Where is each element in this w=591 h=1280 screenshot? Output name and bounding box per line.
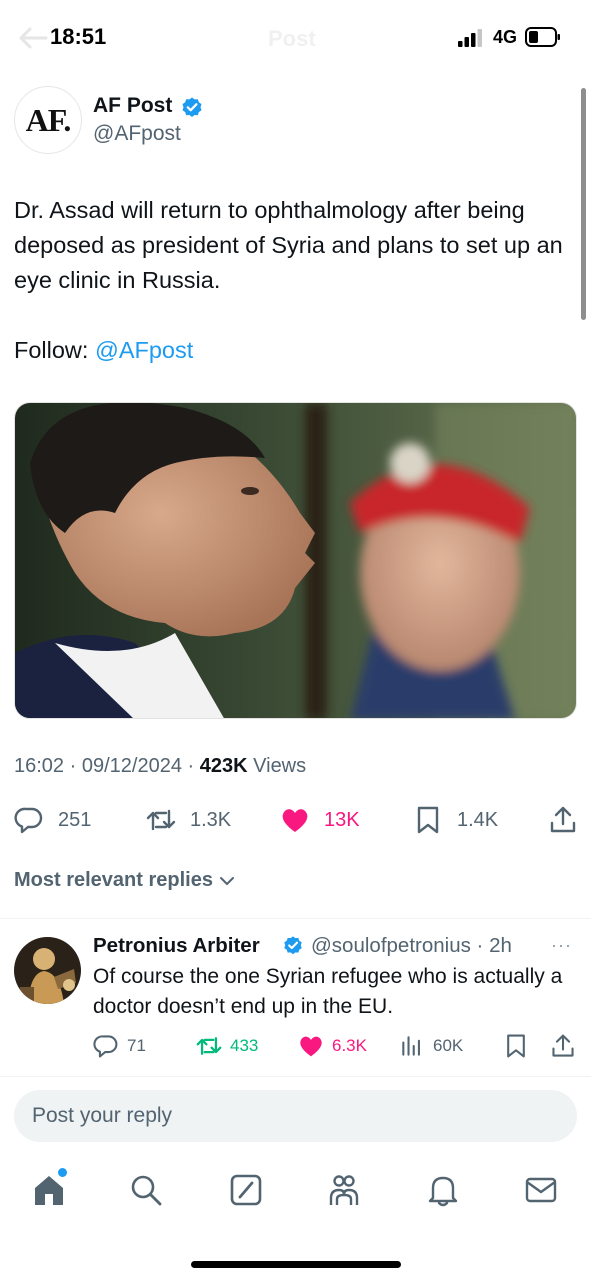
reply-repost-button[interactable]: 433 [196, 1030, 258, 1062]
search-icon [131, 1175, 162, 1206]
bookmark-count: 1.4K [457, 808, 499, 831]
replies-sort-label: Most relevant replies [14, 869, 213, 891]
verified-icon [284, 936, 302, 955]
reply-avatar-illustration [14, 937, 81, 1004]
home-indicator-bar[interactable] [191, 1261, 401, 1268]
home-icon [35, 1176, 63, 1205]
author-handle[interactable]: @AFpost [93, 122, 181, 146]
battery-icon [525, 27, 560, 47]
reply-like-count: 6.3K [332, 1036, 367, 1055]
status-bar: 18:51 Post 4G [0, 0, 591, 70]
reply-views-button[interactable]: 60K [399, 1030, 463, 1062]
post-text: Dr. Assad will return to ophthalmology a… [14, 197, 563, 293]
heart-icon [282, 809, 308, 832]
reply-actions: 71 433 6.3K 60K [0, 1030, 591, 1062]
reply-more-button[interactable]: ··· [551, 935, 572, 956]
reply-count: 251 [58, 808, 92, 831]
reply-like-button[interactable]: 6.3K [298, 1030, 367, 1062]
reply-bookmark-button[interactable] [503, 1030, 529, 1062]
meta-separator: · [69, 755, 77, 777]
share-button[interactable] [548, 800, 578, 840]
reply-repost-count: 433 [230, 1036, 259, 1055]
reply-author-name[interactable]: Petronius Arbiter [93, 934, 260, 958]
author-name[interactable]: AF Post [93, 94, 172, 118]
reply-reply-button[interactable]: 71 [93, 1030, 146, 1062]
heart-icon [300, 1036, 322, 1057]
communities-icon [329, 1175, 359, 1205]
compose-icon [230, 1174, 262, 1206]
author-avatar[interactable]: AF. [14, 86, 82, 154]
nav-search[interactable] [124, 1168, 168, 1212]
bookmark-icon [507, 1034, 525, 1058]
like-button[interactable]: 13K [280, 800, 360, 840]
network-type: 4G [493, 27, 518, 47]
views-icon [402, 1036, 420, 1056]
share-icon [550, 806, 576, 833]
reply-icon [93, 1035, 118, 1058]
reply-handle-time[interactable]: @soulofpetronius · 2h [311, 934, 512, 958]
repost-icon [146, 809, 176, 831]
nav-notifications[interactable] [421, 1168, 465, 1212]
reply-share-button[interactable] [550, 1030, 576, 1062]
nav-communities[interactable] [322, 1168, 366, 1212]
share-icon [552, 1034, 574, 1057]
verified-icon [182, 97, 202, 117]
reply-views-count: 60K [433, 1036, 464, 1055]
repost-count: 1.3K [190, 808, 232, 831]
bell-icon [428, 1176, 458, 1207]
views-label: Views [253, 755, 307, 777]
chevron-down-icon [219, 876, 234, 885]
like-count: 13K [324, 808, 360, 831]
reply-icon [14, 807, 43, 834]
follow-mention-link[interactable]: @AFpost [95, 337, 193, 363]
views-count: 423K [199, 755, 248, 777]
repost-icon [196, 1037, 222, 1055]
divider [0, 1076, 591, 1077]
bookmark-icon [417, 806, 439, 834]
mail-icon [525, 1177, 557, 1203]
photo-illustration [15, 403, 576, 718]
divider [0, 918, 591, 919]
post-meta: 16:02 · 09/12/2024 · 423K Views [14, 755, 306, 778]
avatar-logo-text: AF. [25, 101, 72, 138]
post-actions: 251 1.3K 13K 1.4K [0, 800, 591, 840]
bottom-nav [0, 1160, 591, 1230]
replies-sort-toggle[interactable]: Most relevant replies [14, 869, 237, 892]
repost-button[interactable]: 1.3K [146, 800, 231, 840]
ghost-page-title: Post [268, 26, 316, 51]
home-notification-dot [58, 1168, 67, 1177]
reply-text: Of course the one Syrian refugee who is … [93, 965, 563, 1018]
reply-input[interactable] [14, 1090, 577, 1142]
back-arrow-icon[interactable] [18, 26, 48, 50]
bookmark-button[interactable]: 1.4K [413, 800, 498, 840]
post-media-photo[interactable] [14, 402, 577, 719]
reply-button[interactable]: 251 [14, 800, 91, 840]
signal-icon [458, 29, 482, 47]
post-date: 09/12/2024 [81, 755, 182, 777]
nav-grok[interactable] [224, 1168, 268, 1212]
reply-avatar[interactable] [14, 937, 81, 1004]
status-time: 18:51 [50, 24, 107, 49]
follow-line: Follow: @AFpost [14, 333, 193, 368]
meta-separator-2: · [187, 755, 195, 777]
post-time: 16:02 [14, 755, 65, 777]
reply-composer[interactable] [14, 1090, 577, 1142]
nav-messages[interactable] [519, 1168, 563, 1212]
reply-reply-count: 71 [127, 1036, 146, 1055]
follow-label: Follow: [14, 337, 89, 363]
